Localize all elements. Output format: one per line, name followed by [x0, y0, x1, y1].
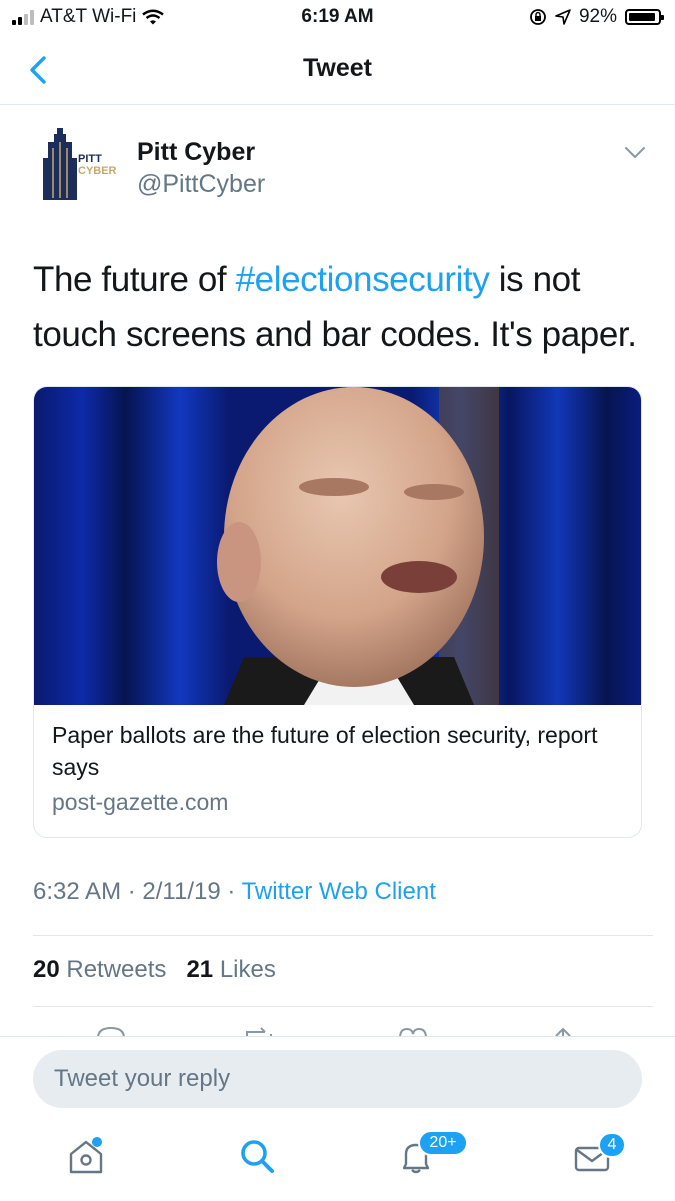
- logo-text-cyber: CYBER: [78, 165, 117, 177]
- battery-icon: [625, 9, 664, 25]
- search-icon[interactable]: [237, 1136, 277, 1176]
- engagement-stats: 20 Retweets 21 Likes: [33, 956, 276, 984]
- divider: [33, 1006, 653, 1007]
- notifications-badge: 20+: [418, 1130, 468, 1156]
- tweet-text: The future of #electionsecurity is not t…: [33, 252, 653, 362]
- chevron-down-icon[interactable]: [624, 146, 646, 160]
- divider: [33, 935, 653, 936]
- status-bar: AT&T Wi-Fi 6:19 AM 92%: [0, 0, 675, 36]
- logo-text-pitt: PITT: [78, 153, 102, 165]
- retweets-count: 20: [33, 956, 60, 983]
- battery-percent: 92%: [578, 6, 617, 27]
- author-name[interactable]: Pitt Cyber: [137, 138, 255, 167]
- link-card[interactable]: Paper ballots are the future of election…: [33, 386, 642, 838]
- tweet-timestamp: 6:32 AM · 2/11/19 · Twitter Web Client: [33, 878, 436, 906]
- hashtag-link[interactable]: #electionsecurity: [236, 260, 490, 299]
- home-icon[interactable]: [66, 1136, 106, 1176]
- orientation-lock-icon: [530, 9, 546, 25]
- likes-count: 21: [186, 956, 214, 983]
- retweets-label: Retweets: [66, 956, 167, 983]
- client-link[interactable]: Twitter Web Client: [242, 878, 436, 905]
- article-photo: [34, 387, 641, 705]
- likes-label: Likes: [219, 956, 276, 983]
- page-title: Tweet: [303, 54, 372, 82]
- tweet-text-start: The future of: [33, 260, 236, 299]
- reply-input[interactable]: Tweet your reply: [33, 1050, 642, 1108]
- location-arrow-icon: [555, 9, 571, 25]
- timestamp-text: 6:32 AM · 2/11/19 ·: [33, 878, 242, 905]
- nav-bar: Tweet: [0, 36, 675, 105]
- card-domain: post-gazette.com: [52, 789, 229, 815]
- messages-badge: 4: [598, 1132, 626, 1158]
- likes-stat[interactable]: 21 Likes: [186, 956, 275, 983]
- retweets-stat[interactable]: 20 Retweets: [33, 956, 166, 983]
- card-title: Paper ballots are the future of election…: [52, 722, 598, 780]
- pitt-cyber-logo[interactable]: PITT CYBER: [40, 128, 124, 200]
- author-handle[interactable]: @PittCyber: [137, 170, 265, 199]
